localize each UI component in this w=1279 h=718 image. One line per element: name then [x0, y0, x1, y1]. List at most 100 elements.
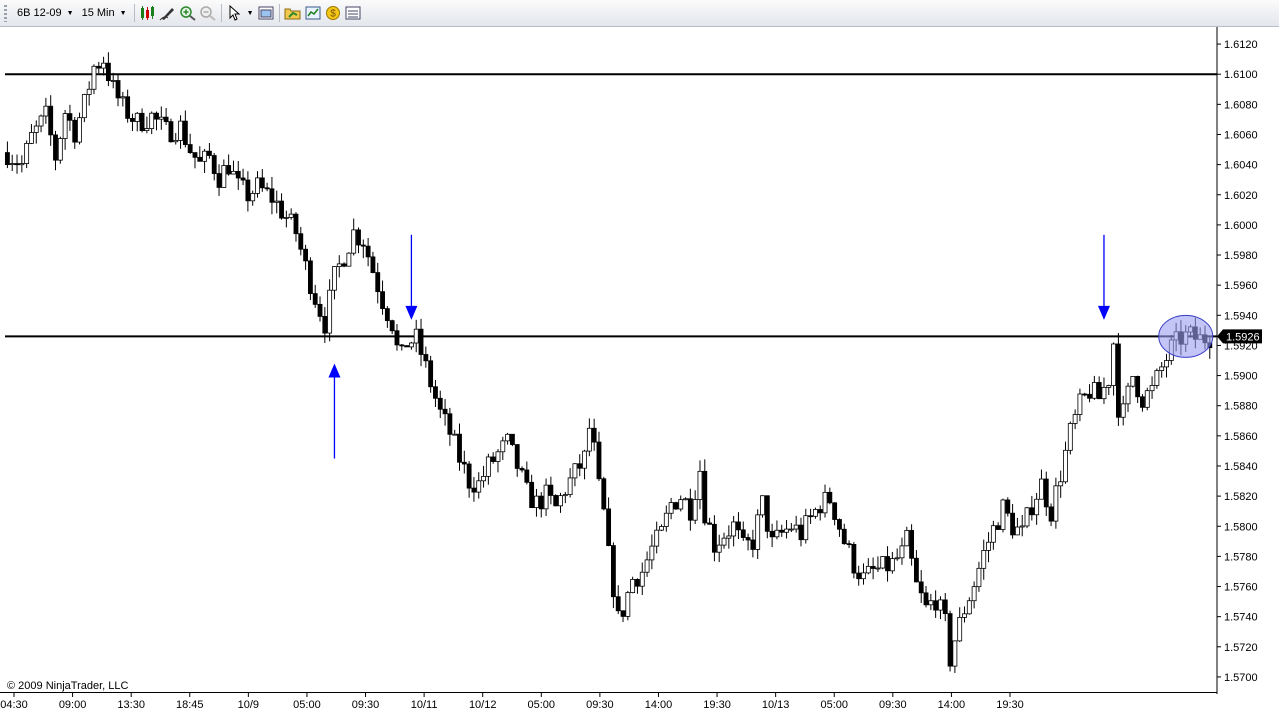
candle-body — [534, 495, 539, 509]
candle-body — [774, 529, 780, 538]
candle-body — [375, 272, 381, 293]
candle-body — [524, 469, 530, 483]
drawing-tool-icon[interactable] — [158, 3, 178, 24]
candle-body — [173, 140, 179, 143]
candle-body — [856, 572, 862, 580]
y-tick-label: 1.5820 — [1224, 491, 1258, 503]
candle-body — [221, 165, 227, 188]
candle-body — [346, 252, 352, 267]
candle-body — [1154, 370, 1160, 386]
candle-body — [942, 599, 948, 615]
candle-body — [904, 530, 910, 547]
candle-body — [1125, 385, 1131, 405]
y-tick-label: 1.6080 — [1224, 99, 1258, 111]
chevron-down-icon: ▼ — [119, 9, 127, 17]
candle-body — [168, 121, 174, 143]
candle-body — [1014, 526, 1020, 536]
toolbar-grip[interactable] — [4, 4, 7, 22]
y-tick-label: 1.6120 — [1224, 39, 1258, 51]
candle-body — [803, 515, 809, 541]
candle-body — [750, 539, 756, 550]
candle-body — [77, 117, 82, 143]
candle-body — [846, 543, 852, 546]
candle-body — [178, 120, 183, 141]
candle-body — [572, 463, 578, 479]
interval-selector[interactable]: 15 Min ▼ — [78, 3, 131, 24]
properties-icon[interactable] — [256, 3, 276, 24]
y-tick-label: 1.6060 — [1224, 129, 1258, 141]
candle-body — [779, 529, 785, 533]
candle-body — [933, 600, 939, 611]
candle-body — [875, 567, 881, 570]
candle-body — [351, 229, 357, 254]
candle-body — [19, 163, 25, 166]
candle-body — [457, 433, 462, 463]
candle-body — [245, 179, 251, 202]
chart-style-icon[interactable] — [138, 3, 158, 24]
candle-body — [163, 116, 169, 123]
candle-body — [543, 484, 549, 510]
candle-body — [370, 256, 376, 273]
candle-body — [404, 345, 410, 348]
zoom-out-icon[interactable] — [198, 3, 218, 24]
candle-body — [514, 444, 520, 469]
candle-body — [413, 328, 419, 344]
pointer-icon[interactable] — [225, 3, 245, 24]
candle-body — [67, 113, 73, 121]
x-tick-label: 04:30 — [0, 699, 28, 711]
candle-body — [139, 112, 145, 131]
candle-body — [1005, 499, 1011, 514]
candle-body — [1149, 385, 1155, 392]
instrument-selector[interactable]: 6B 12-09 ▼ — [13, 3, 78, 24]
candle-body — [264, 187, 270, 190]
candle-body — [394, 330, 400, 346]
y-tick-label: 1.5700 — [1224, 672, 1258, 684]
candle-body — [1164, 360, 1169, 368]
data-box-icon[interactable] — [303, 3, 323, 24]
candle-body — [485, 456, 491, 477]
candle-body — [1024, 507, 1030, 527]
candle-body — [307, 260, 313, 294]
candle-body — [649, 545, 655, 561]
candle-body — [606, 508, 612, 546]
candle-body — [683, 498, 688, 501]
candle-body — [538, 495, 544, 510]
candle-body — [610, 545, 616, 598]
candle-body — [53, 134, 58, 161]
candle-body — [928, 600, 934, 606]
candle-body — [976, 567, 982, 588]
chart-panel[interactable]: 1.6120 1.6100 1.6080 1.6060 1.6040 1.6020 1.60… — [0, 27, 1279, 718]
candle-body — [182, 120, 188, 145]
candle-body — [356, 229, 361, 246]
annotation-arrow-head — [405, 305, 418, 320]
pointer-options-dropdown[interactable]: ▼ — [245, 3, 256, 24]
candle-body — [986, 541, 991, 551]
currency-icon[interactable]: $ — [323, 3, 343, 24]
candle-body — [837, 519, 842, 530]
candle-body — [971, 586, 977, 602]
candle-body — [808, 515, 814, 518]
candle-body — [711, 523, 717, 553]
candle-body — [716, 544, 722, 553]
candle-body — [870, 565, 876, 569]
candle-body — [322, 315, 328, 334]
candle-body — [9, 163, 15, 166]
candle-body — [1000, 499, 1006, 530]
candle-body — [827, 491, 833, 504]
y-tick-label: 1.5900 — [1224, 371, 1258, 383]
candle-body — [433, 386, 438, 399]
y-tick-label: 1.5760 — [1224, 582, 1258, 594]
open-chart-icon[interactable] — [283, 3, 303, 24]
indicators-icon[interactable] — [343, 3, 363, 24]
zoom-in-icon[interactable] — [178, 3, 198, 24]
x-tick-label: 18:45 — [176, 699, 204, 711]
candle-body — [659, 526, 664, 531]
candle-body — [678, 499, 684, 510]
candle-body — [317, 303, 323, 317]
toolbar-separator — [278, 4, 280, 22]
x-tick-label: 13:30 — [117, 699, 145, 711]
candle-body — [500, 440, 506, 453]
candle-body — [567, 477, 573, 495]
price-chart[interactable]: 1.6120 1.6100 1.6080 1.6060 1.6040 1.6020 1.60… — [0, 27, 1279, 718]
candle-body — [981, 550, 987, 569]
